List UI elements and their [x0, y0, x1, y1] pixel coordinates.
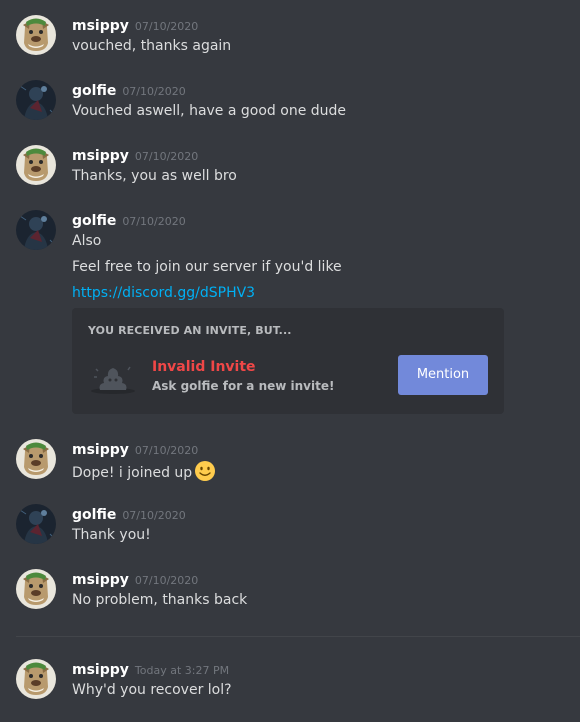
invite-link[interactable]: https://discord.gg/dSPHV3 [72, 283, 255, 303]
message-text: vouched, thanks again [72, 38, 232, 54]
user-avatar[interactable] [16, 504, 56, 544]
message-text: No problem, thanks back [72, 592, 248, 608]
username[interactable]: msippy [72, 148, 129, 164]
username[interactable]: msippy [72, 442, 129, 458]
bulldog-avatar-icon [16, 15, 56, 55]
message-header: golfie 07/10/2020 [72, 210, 186, 230]
user-avatar[interactable] [16, 15, 56, 55]
invite-title: Invalid Invite [152, 359, 256, 375]
username[interactable]: msippy [72, 18, 129, 34]
username[interactable]: golfie [72, 507, 116, 523]
message-header: msippy 07/10/2020 [72, 439, 198, 459]
message-text: Also [72, 233, 102, 249]
chat-messages: msippy 07/10/2020 vouched, thanks again g… [0, 0, 580, 722]
bulldog-avatar-icon [16, 145, 56, 185]
username[interactable]: golfie [72, 213, 116, 229]
username[interactable]: msippy [72, 572, 129, 588]
timestamp: 07/10/2020 [134, 150, 199, 163]
mention-button[interactable]: Mention [398, 355, 488, 395]
timestamp: 07/10/2020 [122, 509, 186, 522]
timestamp: 07/10/2020 [134, 444, 199, 457]
message-text: Feel free to join our server if you'd li… [72, 259, 342, 275]
user-avatar[interactable] [16, 569, 56, 609]
user-avatar[interactable] [16, 439, 56, 479]
message-text: Thanks, you as well bro [72, 168, 237, 184]
slightly-smiling-face-icon [195, 461, 216, 481]
invite-heading: YOU RECEIVED AN INVITE, BUT... [88, 324, 292, 337]
message-header: msippy 07/10/2020 [72, 145, 198, 165]
timestamp: 07/10/2020 [134, 574, 199, 587]
timestamp: 07/10/2020 [134, 20, 199, 33]
bulldog-avatar-icon [16, 659, 56, 699]
user-avatar[interactable] [16, 145, 56, 185]
username[interactable]: msippy [72, 662, 129, 678]
message-text: Thank you! [72, 527, 151, 543]
message-header: msippy 07/10/2020 [72, 569, 198, 589]
dark-figure-avatar-icon [16, 210, 56, 250]
message-header: golfie 07/10/2020 [72, 80, 186, 100]
message-header: msippy Today at 3:27 PM [72, 659, 229, 679]
poop-icon [88, 357, 138, 397]
bulldog-avatar-icon [16, 569, 56, 609]
user-avatar[interactable] [16, 210, 56, 250]
dark-figure-avatar-icon [16, 80, 56, 120]
message-header: golfie 07/10/2020 [72, 504, 186, 524]
message-text: Why'd you recover lol? [72, 682, 232, 698]
timestamp: 07/10/2020 [122, 215, 186, 228]
date-divider [16, 636, 580, 637]
invite-subtitle: Ask golfie for a new invite! [152, 379, 335, 393]
dark-figure-avatar-icon [16, 504, 56, 544]
user-avatar[interactable] [16, 659, 56, 699]
message-text: Vouched aswell, have a good one dude [72, 103, 347, 119]
timestamp: Today at 3:27 PM [134, 664, 230, 677]
user-avatar[interactable] [16, 80, 56, 120]
username[interactable]: golfie [72, 83, 116, 99]
message-text: Dope! i joined up [72, 460, 216, 483]
message-text-content: Dope! i joined up [72, 465, 193, 481]
invite-embed: YOU RECEIVED AN INVITE, BUT... Invalid I… [72, 308, 504, 414]
timestamp: 07/10/2020 [122, 85, 186, 98]
message-header: msippy 07/10/2020 [72, 15, 198, 35]
bulldog-avatar-icon [16, 439, 56, 479]
